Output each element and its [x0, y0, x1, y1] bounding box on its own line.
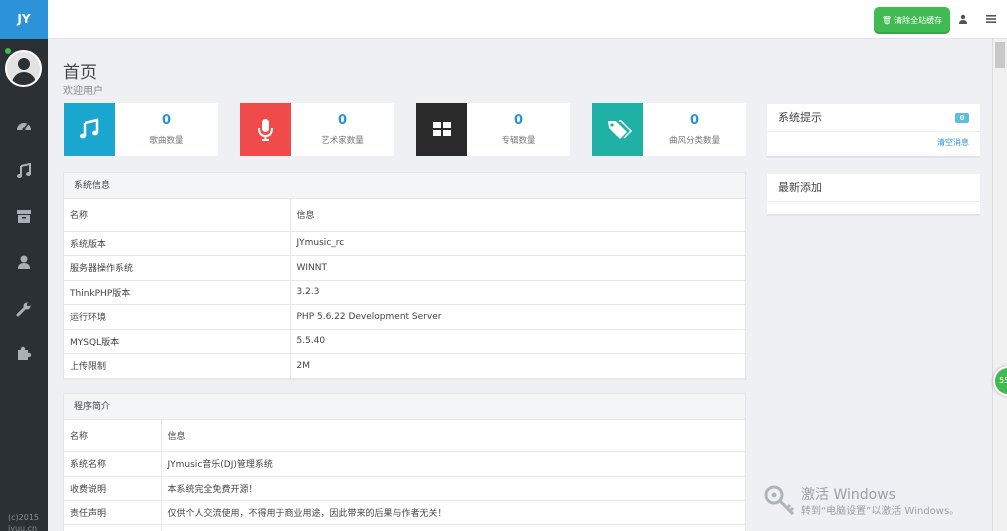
stat-label: 歌曲数量	[149, 136, 184, 146]
stat-value: 0	[337, 113, 348, 128]
clear-cache-label: 清除全站缓存	[894, 16, 943, 25]
table-header-row: 名称 信息	[64, 199, 745, 232]
watermark-subtitle: 转到“电脑设置”以激活 Windows。	[801, 506, 960, 517]
table-row: 服务器操作系统 WINNT	[64, 255, 745, 281]
dashboard-icon[interactable]	[16, 118, 32, 134]
site-link[interactable]: jyuu.cn	[8, 523, 39, 531]
panel-title: 系统提示	[778, 111, 822, 124]
column-header: 信息	[289, 199, 745, 232]
cell-name: 系统名称	[64, 451, 161, 477]
wrench-icon[interactable]	[16, 301, 32, 317]
page-title: 首页	[63, 63, 97, 83]
page-subtitle: 欢迎用户	[63, 86, 103, 97]
scrollbar-thumb[interactable]	[995, 42, 1005, 68]
cell-value: 2M	[289, 353, 745, 379]
cell-value	[160, 524, 745, 531]
page-scrollbar[interactable]	[992, 39, 1007, 531]
column-header: 名称	[64, 420, 161, 452]
table-row: 运行环境 PHP 5.6.22 Development Server	[64, 304, 745, 330]
cell-value: JYmusic音乐(DJ)管理系统	[160, 451, 745, 477]
cell-value: 本系统完全免费开源！	[160, 476, 745, 501]
avatar[interactable]	[5, 48, 42, 87]
cell-name: 责任声明	[64, 500, 161, 525]
system-info-panel: 系统信息 名称 信息 系统版本 JYmusic_rc 服务器操作系统 WINNT…	[63, 172, 746, 380]
trash-icon: 🗑	[881, 16, 893, 25]
stat-value: 0	[513, 113, 524, 128]
cell-name: MYSQL版本	[64, 329, 290, 354]
stat-genres[interactable]: 0 曲风分类数量	[592, 103, 746, 156]
watermark-title: 激活 Windows	[801, 487, 896, 503]
brand-logo[interactable]: JY	[0, 0, 48, 39]
sidebar-footer: (c)2015 jyuu.cn	[8, 512, 39, 531]
clear-cache-button[interactable]: 🗑 清除全站缓存	[874, 7, 950, 34]
cell-name: ThinkPHP版本	[64, 280, 290, 305]
cell-value: 5.5.40	[289, 329, 745, 354]
tags-icon	[592, 103, 643, 156]
stat-label: 艺术家数量	[321, 136, 364, 146]
panel-title: 程序简介	[64, 394, 745, 420]
notice-count-badge: 0	[955, 113, 969, 123]
table-row: 收费说明 本系统完全免费开源！	[64, 476, 745, 501]
stat-label: 曲风分类数量	[668, 136, 720, 146]
table-row: 上传限制 2M	[64, 353, 745, 379]
system-info-table: 名称 信息 系统版本 JYmusic_rc 服务器操作系统 WINNT Thin…	[64, 199, 745, 379]
column-header: 信息	[160, 420, 745, 452]
stat-albums[interactable]: 0 专辑数量	[416, 103, 570, 156]
column-header: 名称	[64, 199, 290, 232]
notice-header: 系统提示 0	[767, 104, 980, 132]
stat-label: 专辑数量	[501, 136, 536, 146]
cell-value: PHP 5.6.22 Development Server	[289, 304, 745, 330]
cell-name: 系统版本	[64, 231, 290, 256]
latest-added-panel: 最新添加	[767, 174, 980, 216]
table-row: 系统版本 JYmusic_rc	[64, 231, 745, 256]
grid-icon	[416, 103, 467, 156]
music-note-icon	[64, 103, 115, 156]
stat-value: 0	[689, 113, 700, 128]
cell-name: 服务器操作系统	[64, 255, 290, 281]
table-row	[64, 524, 745, 531]
windows-activation-watermark: 激活 Windows 转到“电脑设置”以激活 Windows。	[763, 482, 993, 522]
user-icon[interactable]	[16, 254, 32, 270]
cell-value: 仅供个人交流使用，不得用于商业用途，因此带来的后果与作者无关！	[160, 500, 745, 525]
cell-name	[64, 524, 161, 531]
table-row: 系统名称 JYmusic音乐(DJ)管理系统	[64, 451, 745, 477]
table-header-row: 名称 信息	[64, 420, 745, 452]
clear-messages-link[interactable]: 清空消息	[937, 137, 969, 148]
stat-songs[interactable]: 0 歌曲数量	[64, 103, 218, 156]
cell-value: WINNT	[289, 255, 745, 281]
table-row: 责任声明 仅供个人交流使用，不得用于商业用途，因此带来的后果与作者无关！	[64, 500, 745, 525]
user-icon[interactable]	[957, 14, 969, 26]
cell-value: JYmusic_rc	[289, 231, 745, 256]
sidebar: (c)2015 jyuu.cn	[0, 39, 48, 531]
key-icon	[763, 484, 797, 518]
cell-name: 收费说明	[64, 476, 161, 501]
cell-value: 3.2.3	[289, 280, 745, 305]
table-row: MYSQL版本 5.5.40	[64, 329, 745, 354]
panel-title: 系统信息	[64, 173, 745, 199]
program-intro-table: 名称 信息 系统名称 JYmusic音乐(DJ)管理系统 收费说明 本系统完全免…	[64, 420, 745, 531]
archive-icon[interactable]	[16, 208, 32, 224]
music-icon[interactable]	[16, 162, 32, 179]
top-bar: JY 🗑 清除全站缓存	[0, 0, 1007, 39]
panel-title: 最新添加	[767, 174, 980, 202]
table-row: ThinkPHP版本 3.2.3	[64, 280, 745, 305]
stat-artists[interactable]: 0 艺术家数量	[240, 103, 394, 156]
microphone-icon	[240, 103, 291, 156]
cell-name: 上传限制	[64, 353, 290, 379]
copyright-text: (c)2015	[8, 513, 39, 522]
system-notice-panel: 系统提示 0 清空消息	[767, 104, 980, 158]
online-status-dot	[5, 48, 11, 54]
stat-value: 0	[161, 113, 172, 128]
cell-name: 运行环境	[64, 304, 290, 330]
program-intro-panel: 程序简介 名称 信息 系统名称 JYmusic音乐(DJ)管理系统 收费说明 本…	[63, 393, 746, 531]
list-icon[interactable]	[985, 14, 997, 26]
puzzle-icon[interactable]	[16, 345, 32, 361]
